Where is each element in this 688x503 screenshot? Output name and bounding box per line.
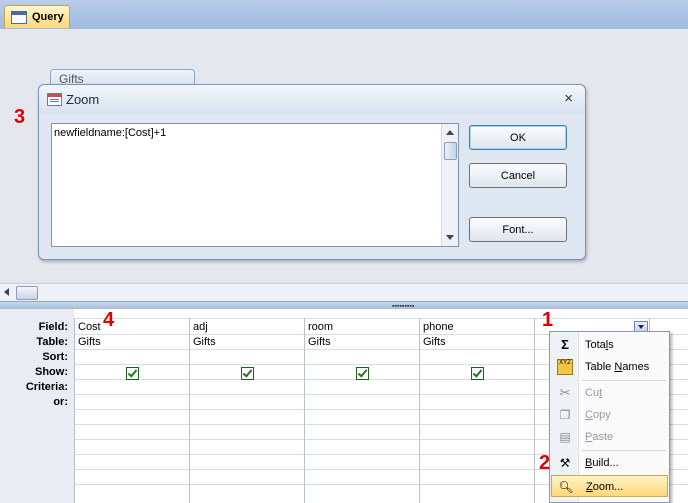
grid-column-divider [74, 318, 75, 503]
scrollbar-thumb[interactable] [444, 142, 457, 160]
menu-item-label: Totals [585, 339, 614, 351]
menu-item-paste[interactable]: ▤ Paste [551, 426, 668, 448]
build-icon: ⚒ [559, 456, 571, 470]
field-cell[interactable]: adj [193, 321, 208, 333]
show-checkbox[interactable] [471, 367, 484, 380]
menu-item-label: Zoom... [586, 481, 624, 493]
field-cell[interactable]: room [308, 321, 333, 333]
table-cell[interactable]: Gifts [423, 336, 446, 348]
ok-button[interactable]: OK [469, 125, 567, 150]
copy-icon: ❐ [559, 408, 571, 422]
scroll-left-icon[interactable] [4, 288, 9, 296]
menu-item-label: Build... [585, 457, 619, 469]
menu-item-cut[interactable]: ✂ Cut [551, 382, 668, 404]
row-label-show: Show: [35, 366, 68, 378]
close-icon[interactable]: × [564, 90, 573, 107]
grid-row-labels: Field: Table: Sort: Show: Criteria: or: [0, 309, 74, 503]
menu-item-table-names[interactable]: XYZ Table Names [551, 356, 668, 378]
zoom-expression-text[interactable]: newfieldname:[Cost]+1 [54, 127, 166, 139]
menu-separator [582, 380, 666, 381]
zoom-dialog-title: Zoom [66, 92, 100, 107]
show-checkbox[interactable] [126, 367, 139, 380]
step-marker-4: 4 [103, 309, 115, 331]
zoom-text-area[interactable]: newfieldname:[Cost]+1 [51, 123, 459, 247]
paste-icon: ▤ [559, 430, 571, 444]
document-tab-strip: Query [0, 0, 688, 30]
zoom-dialog-icon [47, 93, 62, 106]
zoom-icon: 🔍︎ [558, 480, 574, 494]
font-button[interactable]: Font... [469, 217, 567, 242]
zoom-dialog-titlebar[interactable]: Zoom × [39, 85, 585, 113]
show-checkbox[interactable] [356, 367, 369, 380]
tab-query-label: Query [32, 11, 64, 23]
menu-item-zoom[interactable]: 🔍︎ Zoom... [551, 475, 668, 497]
grid-column-divider [304, 318, 305, 503]
row-label-criteria: Criteria: [25, 381, 68, 393]
step-marker-3: 3 [14, 106, 26, 128]
grid-line [74, 318, 688, 319]
menu-separator [582, 450, 666, 451]
zoom-text-scrollbar[interactable] [441, 124, 458, 246]
field-cell[interactable]: phone [423, 321, 454, 333]
row-label-field: Field: [38, 321, 68, 333]
grid-column-divider [534, 318, 535, 503]
scroll-up-icon[interactable] [446, 130, 454, 135]
field-cell[interactable]: Cost [78, 321, 101, 333]
row-label-sort: Sort: [42, 351, 68, 363]
tab-query[interactable]: Query [4, 5, 70, 28]
step-marker-2: 2 [539, 452, 551, 474]
show-checkbox[interactable] [241, 367, 254, 380]
table-cell[interactable]: Gifts [193, 336, 216, 348]
table-cell[interactable]: Gifts [78, 336, 101, 348]
table-cell[interactable]: Gifts [308, 336, 331, 348]
cut-icon: ✂ [559, 385, 571, 400]
menu-item-label: Table Names [585, 361, 650, 373]
row-label-or: or: [53, 396, 68, 408]
query-icon [11, 10, 27, 24]
scrollbar-thumb[interactable] [16, 286, 38, 300]
row-label-table: Table: [36, 336, 68, 348]
menu-item-build[interactable]: ⚒ Build... [551, 452, 668, 474]
step-marker-1: 1 [542, 309, 554, 331]
menu-item-copy[interactable]: ❐ Copy [551, 404, 668, 426]
menu-item-label: Copy [585, 409, 611, 421]
menu-item-label: Cut [585, 387, 603, 399]
sigma-icon: Σ [561, 337, 569, 352]
scroll-down-icon[interactable] [446, 235, 454, 240]
menu-item-label: Paste [585, 431, 614, 443]
cancel-button[interactable]: Cancel [469, 163, 567, 188]
grid-column-divider [189, 318, 190, 503]
context-menu: Σ Totals XYZ Table Names ✂ Cut ❐ Copy ▤ … [549, 331, 670, 503]
table-names-icon: XYZ [557, 359, 573, 375]
menu-item-totals[interactable]: Σ Totals [551, 334, 668, 356]
zoom-dialog: Zoom × newfieldname:[Cost]+1 OK Cancel F… [38, 84, 586, 260]
grid-column-divider [419, 318, 420, 503]
upper-pane-horizontal-scrollbar[interactable] [0, 283, 688, 301]
